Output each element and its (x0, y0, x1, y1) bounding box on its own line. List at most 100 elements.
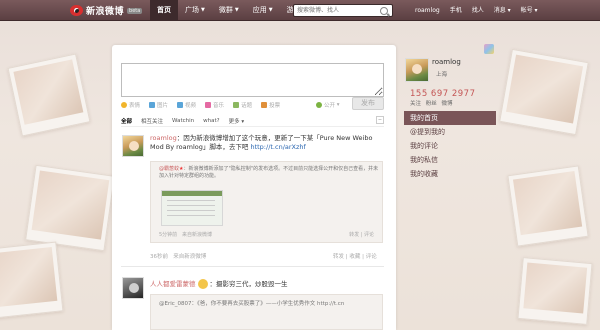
filter-watchin[interactable]: Watchin (172, 118, 194, 124)
post-time[interactable]: 36秒前 (150, 254, 168, 260)
sidebar-item-favorites[interactable]: 我的收藏 (404, 167, 496, 181)
filter-what[interactable]: what? (203, 118, 219, 124)
globe-icon (316, 101, 322, 108)
avatar[interactable] (122, 277, 144, 299)
video-icon (177, 101, 184, 108)
tool-label: 视频 (185, 102, 197, 109)
nav-item-home[interactable]: 首页 (150, 0, 178, 21)
background-photo (517, 257, 593, 325)
repost-source[interactable]: 来自新浪微博 (182, 232, 212, 238)
tool-label: 音乐 (213, 102, 225, 109)
user-link-profile[interactable]: roamlog (410, 0, 445, 21)
sidebar-menu: 我的首页 @提到我的 我的评论 我的私信 我的收藏 (404, 111, 496, 181)
post-body: ：摄影穷三代，炒股毁一生 (209, 280, 288, 288)
post-source[interactable]: 来自新浪微博 (173, 254, 206, 260)
repost-body: ：新浪微博新添加了"隐私控制"的发布选项。不过目前只能选择公开和仅自己查看，并未… (159, 166, 379, 179)
compose-toolbar: 表情 图片 视频 音乐 话题 投票 公开 ▾ 发布 (121, 97, 384, 110)
sidebar-item-home[interactable]: 我的首页 (404, 111, 496, 125)
beta-badge: beta (127, 7, 143, 14)
background-photo (0, 241, 64, 319)
search-input[interactable] (294, 5, 380, 16)
feed-filter-tabs: 全部 相互关注 Watchin what? 更多 ▾ − (121, 116, 384, 127)
skin-icon[interactable] (484, 44, 494, 54)
tool-video[interactable]: 视频 (177, 101, 196, 109)
chevron-down-icon: ▾ (335, 101, 340, 108)
repost-meta: 5分钟前 来自新浪微博 (159, 231, 212, 238)
chevron-down-icon: ▼ (268, 7, 273, 13)
reposted-content: @Eric_0807：《爸，你不要再去买股票了》——小学生优秀作文 http:/… (150, 294, 383, 330)
background-photo (7, 53, 91, 137)
image-icon (149, 101, 156, 108)
tool-emoji[interactable]: 表情 (121, 101, 140, 109)
user-links: roamlog 手机 找人 消息 ▾ 帐号 ▾ (410, 0, 543, 21)
tool-label: 投票 (269, 102, 281, 109)
post-text: 人人都爱雷蒙德 ：摄影穷三代，炒股毁一生 (150, 279, 382, 289)
repost-username[interactable]: @霸葱蚊 (159, 166, 179, 172)
reposted-content: @霸葱蚊★：新浪微博新添加了"隐私控制"的发布选项。不过目前只能选择公开和仅自己… (150, 161, 383, 243)
tool-image[interactable]: 图片 (149, 101, 168, 109)
top-navigation-bar: 新浪微博 beta 首页 广场▼ 微群▼ 应用▼ 游戏▼ roamlog 手机 … (0, 0, 600, 21)
nav-item-groups[interactable]: 微群 ▼ (212, 0, 246, 21)
post-actions[interactable]: 转发 | 收藏 | 评论 (333, 252, 377, 260)
user-link-messages[interactable]: 消息 ▾ (489, 0, 516, 21)
smiley-icon (121, 101, 127, 108)
nav-label: 广场 (185, 6, 199, 14)
filter-mutual[interactable]: 相互关注 (141, 117, 163, 125)
publish-button[interactable]: 发布 (352, 97, 384, 110)
repost-text: @Eric_0807：《爸，你不要再去买股票了》——小学生优秀作文 http:/… (159, 301, 345, 307)
chevron-down-icon: ▼ (234, 7, 239, 13)
profile-name[interactable]: roamlog (432, 58, 461, 66)
nav-item-square[interactable]: 广场 ▼ (178, 0, 212, 21)
background-photo (499, 48, 589, 136)
tool-vote[interactable]: 投票 (261, 101, 280, 109)
post-text: roamlog：因为新浪微博增加了这个玩意，更新了一下某「Pure New We… (150, 134, 382, 152)
nav-label: 首页 (157, 6, 171, 14)
main-nav: 首页 广场▼ 微群▼ 应用▼ 游戏▼ (150, 0, 313, 21)
tool-label: 图片 (157, 102, 169, 109)
compose-textarea[interactable] (121, 63, 384, 97)
post-meta: 36秒前 来自新浪微博 (150, 252, 206, 260)
visibility-select[interactable]: 公开 ▾ (316, 101, 340, 109)
avatar[interactable] (122, 135, 144, 157)
profile-location: 上海 (436, 72, 448, 78)
user-link-mobile[interactable]: 手机 (445, 0, 467, 21)
user-link-account[interactable]: 帐号 ▾ (516, 0, 543, 21)
tool-label: 表情 (129, 102, 141, 109)
filter-more[interactable]: 更多 ▾ (229, 117, 245, 125)
collapse-icon[interactable]: − (376, 116, 384, 124)
profile-stat-labels: 关注 粉丝 微博 (410, 101, 453, 107)
nav-item-apps[interactable]: 应用 ▼ (246, 0, 280, 21)
nav-label: 微群 (218, 6, 233, 14)
feed-divider (121, 266, 384, 267)
post-username[interactable]: 人人都爱雷蒙德 (150, 280, 196, 288)
chevron-down-icon: ▼ (201, 7, 205, 13)
filter-all[interactable]: 全部 (121, 117, 132, 125)
music-icon (205, 101, 212, 108)
tool-topic[interactable]: 话题 (233, 101, 252, 109)
tool-label: 话题 (241, 102, 253, 109)
sidebar-item-messages[interactable]: 我的私信 (404, 153, 496, 167)
topic-icon (233, 101, 240, 108)
sidebar-item-mentions[interactable]: @提到我的 (404, 125, 496, 139)
background-photo (25, 164, 115, 252)
user-link-find-people[interactable]: 找人 (467, 0, 489, 21)
nav-label: 应用 (252, 6, 267, 14)
profile-avatar[interactable] (405, 58, 429, 82)
repost-thumbnail[interactable] (161, 190, 223, 226)
profile-stats[interactable]: 155 697 2977 (410, 89, 475, 99)
brand-name: 新浪微博 (86, 7, 125, 17)
post-link[interactable]: http://t.cn/arXzhf (250, 143, 305, 151)
search-icon[interactable] (380, 6, 388, 15)
weibo-eye-icon (70, 5, 83, 16)
emoji-icon (197, 279, 208, 289)
visibility-label: 公开 (324, 102, 336, 109)
search-box (293, 4, 393, 17)
sidebar-item-comments[interactable]: 我的评论 (404, 139, 496, 153)
repost-time[interactable]: 5分钟前 (159, 232, 177, 238)
repost-text: @霸葱蚊★：新浪微博新添加了"隐私控制"的发布选项。不过目前只能选择公开和仅自己… (159, 166, 379, 180)
tool-music[interactable]: 音乐 (205, 101, 224, 109)
repost-actions[interactable]: 转发 | 评论 (349, 231, 374, 238)
background-photo (507, 165, 589, 247)
weibo-logo[interactable]: 新浪微博 beta (70, 4, 143, 17)
post-username[interactable]: roamlog (150, 134, 177, 142)
